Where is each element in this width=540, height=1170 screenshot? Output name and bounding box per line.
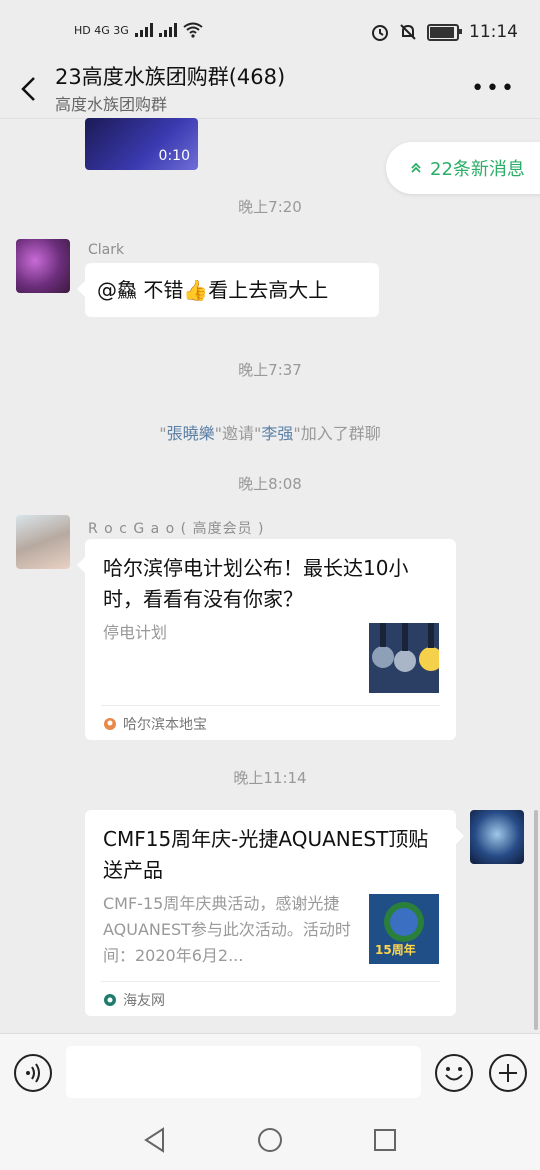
- message-list[interactable]: 0:10 22条新消息 晚上7:20 Clark @鱻 不错👍看上去高大上 晚上…: [0, 118, 540, 1033]
- system-name-1[interactable]: 張曉樂: [167, 424, 215, 443]
- chat-title: 23高度水族团购群(468): [55, 65, 286, 89]
- sender-name: Clark: [88, 242, 125, 258]
- mute-bell-icon: [400, 24, 416, 40]
- system-name-2[interactable]: 李强: [261, 424, 293, 443]
- battery-icon: [427, 23, 462, 41]
- timestamp: 晚上7:37: [238, 361, 302, 379]
- system-text: "邀请": [214, 424, 262, 443]
- signal-indicators: HD 4G 3G: [74, 22, 203, 38]
- card-divider: [101, 705, 440, 706]
- text-message[interactable]: @鱻 不错👍看上去高大上: [77, 263, 379, 317]
- card-thumbnail: 15周年: [369, 894, 439, 964]
- voice-waves-icon: [26, 1063, 40, 1083]
- card-divider: [101, 981, 440, 982]
- back-arrow-icon[interactable]: [18, 74, 40, 104]
- card-thumbnail: [369, 623, 439, 693]
- timestamp: 晚上11:14: [233, 769, 307, 787]
- card-source-name: 哈尔滨本地宝: [123, 717, 207, 733]
- video-message[interactable]: 0:10: [85, 118, 198, 170]
- nav-home-icon[interactable]: [257, 1127, 283, 1153]
- card-title: 哈尔滨停电计划公布！最长达10小时，看看有没有你家？: [103, 556, 409, 611]
- nav-back-icon[interactable]: [143, 1127, 167, 1153]
- new-messages-button[interactable]: 22条新消息: [386, 142, 540, 194]
- avatar-self[interactable]: [470, 810, 524, 864]
- signal-icon-2: [158, 23, 177, 37]
- timestamp: 晚上8:08: [238, 475, 302, 493]
- scrollbar[interactable]: [534, 810, 538, 1030]
- avatar-clark[interactable]: [16, 239, 70, 293]
- card-title: CMF15周年庆-光捷AQUANEST顶贴送产品: [103, 827, 429, 882]
- timestamp: 晚上7:20: [238, 198, 302, 216]
- chat-subtitle: 高度水族团购群: [55, 95, 168, 114]
- status-bar: HD 4G 3G 11:14: [0, 0, 540, 62]
- avatar-rocgao[interactable]: [16, 515, 70, 569]
- video-duration: 0:10: [158, 148, 190, 164]
- card-description: 停电计划: [103, 623, 168, 642]
- alarm-icon: [372, 25, 388, 41]
- new-messages-label: 22条新消息: [430, 159, 525, 180]
- chat-header: 23高度水族团购群(468) 高度水族团购群 •••: [0, 56, 540, 119]
- sender-name: R o c G a o ( 高度会员 ): [88, 521, 265, 537]
- more-actions-plus-icon[interactable]: [489, 1054, 527, 1092]
- more-options-icon[interactable]: •••: [471, 76, 516, 101]
- clock: 11:14: [469, 22, 518, 42]
- source-logo-icon: [104, 718, 116, 730]
- smile-icon: [445, 1067, 463, 1081]
- status-right: 11:14: [371, 22, 518, 42]
- card-source: 海友网: [103, 990, 165, 1010]
- card-source-name: 海友网: [123, 993, 165, 1009]
- voice-input-icon[interactable]: [14, 1054, 52, 1092]
- system-nav-bar: [0, 1113, 540, 1170]
- plus-icon: [499, 1064, 517, 1082]
- double-chevron-up-icon: [411, 162, 421, 173]
- link-card-message[interactable]: CMF15周年庆-光捷AQUANEST顶贴送产品 CMF-15周年庆典活动，感谢…: [85, 810, 464, 1016]
- system-message: "張曉樂"邀请"李强"加入了群聊: [0, 420, 540, 444]
- message-input[interactable]: [66, 1046, 421, 1098]
- system-text: ": [159, 424, 167, 443]
- card-source: 哈尔滨本地宝: [103, 714, 207, 734]
- link-card-message[interactable]: 哈尔滨停电计划公布！最长达10小时，看看有没有你家？ 停电计划 哈尔滨本地宝: [77, 539, 456, 740]
- card-description: CMF-15周年庆典活动，感谢光捷AQUANEST参与此次活动。活动时间：202…: [103, 894, 351, 965]
- nav-recents-icon[interactable]: [373, 1128, 397, 1152]
- wifi-icon: [183, 22, 203, 38]
- source-logo-icon: [104, 994, 116, 1006]
- system-text: "加入了群聊: [293, 424, 381, 443]
- signal-icon: [134, 23, 153, 37]
- thumbnail-badge: 15周年: [375, 943, 416, 957]
- input-bar: [0, 1033, 540, 1114]
- network-status-text: HD 4G 3G: [74, 23, 129, 37]
- emoji-icon[interactable]: [435, 1054, 473, 1092]
